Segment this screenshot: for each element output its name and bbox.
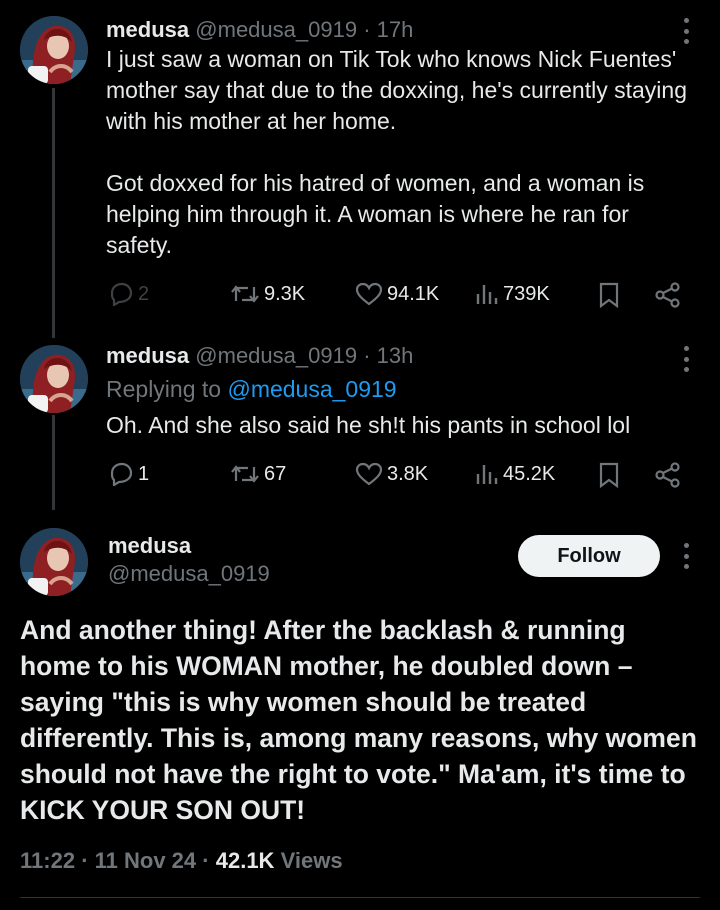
avatar-image: [20, 345, 88, 413]
share-icon[interactable]: [654, 462, 682, 488]
like-icon: [355, 462, 383, 486]
views-icon: [476, 285, 498, 304]
avatar[interactable]: [20, 345, 88, 413]
views-button[interactable]: 45.2K: [475, 462, 555, 486]
avatar-image: [20, 16, 88, 84]
views-button[interactable]: 739K: [475, 282, 550, 306]
replying-to: Replying to @medusa_0919: [106, 374, 696, 405]
tweet-date[interactable]: 11 Nov 24: [95, 848, 197, 873]
more-icon[interactable]: [682, 543, 690, 569]
reply-button[interactable]: 1: [108, 462, 149, 486]
avatar[interactable]: [20, 16, 88, 84]
views-label: Views: [280, 848, 343, 873]
reply-count: 2: [138, 282, 150, 305]
display-name[interactable]: medusa: [106, 343, 189, 368]
views-count: 45.2K: [503, 462, 556, 485]
tweet-meta: 11:22 · 11 Nov 24 · 42.1K Views: [20, 846, 343, 876]
reply-icon: [110, 462, 133, 486]
tweet-thread: medusa @medusa_0919 · 17h I just saw a w…: [0, 0, 720, 910]
reply-button[interactable]: 2: [108, 282, 149, 306]
repost-count: 67: [264, 462, 287, 485]
display-name[interactable]: medusa: [106, 17, 189, 42]
bookmark-icon[interactable]: [598, 282, 620, 308]
views-icon: [476, 465, 498, 484]
replying-to-label: Replying to: [106, 376, 222, 402]
thread-line: [52, 415, 55, 510]
handle[interactable]: @medusa_0919: [195, 343, 357, 368]
handle[interactable]: @medusa_0919: [195, 17, 357, 42]
tweet-header: medusa @medusa_0919 · 17h: [106, 16, 413, 44]
divider: [20, 897, 700, 898]
replying-to-link[interactable]: @medusa_0919: [227, 376, 396, 402]
more-icon[interactable]: [682, 18, 690, 44]
follow-button[interactable]: Follow: [518, 535, 660, 577]
share-icon[interactable]: [654, 282, 682, 308]
avatar[interactable]: [20, 528, 88, 596]
like-button[interactable]: 94.1K: [355, 282, 439, 306]
like-button[interactable]: 3.8K: [355, 462, 428, 486]
reply-icon: [110, 282, 133, 306]
timestamp[interactable]: 13h: [377, 343, 414, 368]
separator-dot: ·: [81, 848, 89, 873]
separator-dot: ·: [363, 343, 371, 368]
repost-icon: [231, 465, 259, 483]
reply-count: 1: [138, 462, 150, 485]
thread-line: [52, 88, 55, 338]
like-count: 3.8K: [387, 462, 429, 485]
tweet-text: Oh. And she also said he sh!t his pants …: [106, 412, 631, 438]
handle[interactable]: @medusa_0919: [108, 560, 270, 588]
separator-dot: ·: [202, 848, 210, 873]
separator-dot: ·: [363, 17, 371, 42]
display-name[interactable]: medusa: [108, 532, 191, 560]
repost-count: 9.3K: [264, 282, 306, 305]
repost-button[interactable]: 67: [230, 462, 286, 486]
tweet-time[interactable]: 11:22: [20, 848, 75, 873]
like-icon: [355, 282, 383, 306]
main-tweet-text: And another thing! After the backlash & …: [20, 615, 697, 825]
timestamp[interactable]: 17h: [377, 17, 414, 42]
tweet-text: I just saw a woman on Tik Tok who knows …: [106, 46, 687, 258]
views-count: 739K: [503, 282, 550, 305]
repost-icon: [231, 285, 259, 303]
bookmark-icon[interactable]: [598, 462, 620, 488]
views-count: 42.1K: [215, 848, 275, 873]
repost-button[interactable]: 9.3K: [230, 282, 305, 306]
like-count: 94.1K: [387, 282, 440, 305]
tweet-header: medusa @medusa_0919 · 13h: [106, 342, 413, 370]
more-icon[interactable]: [682, 346, 690, 372]
avatar-image: [20, 528, 88, 596]
